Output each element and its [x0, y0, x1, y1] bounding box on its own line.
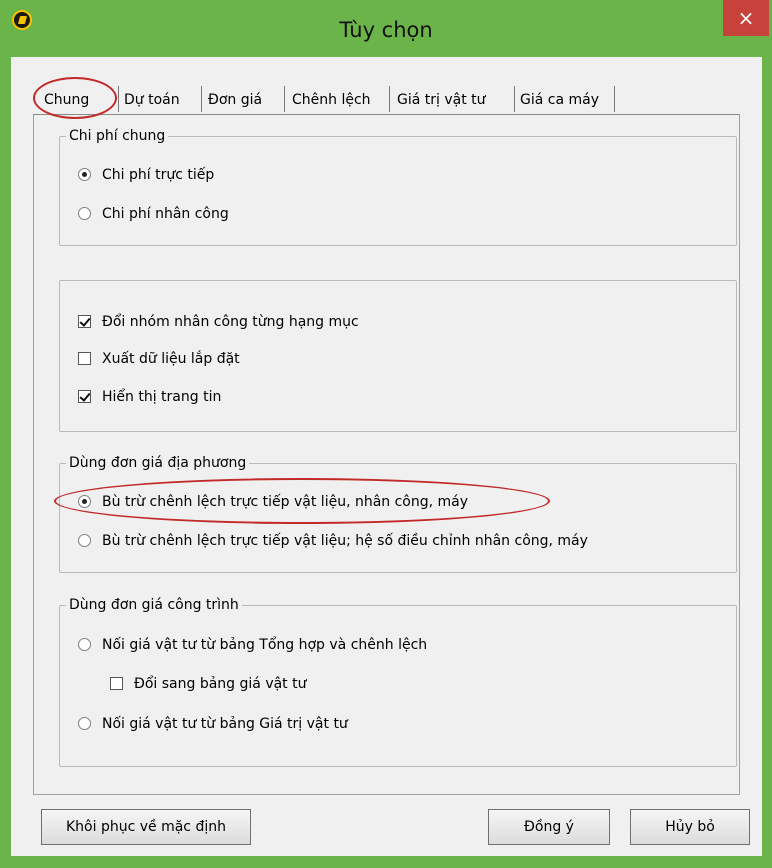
option-label: Chi phí nhân công	[102, 206, 229, 222]
group-title: Dùng đơn giá công trình	[66, 596, 242, 614]
group-chi-phi-chung: Chi phí chung	[59, 127, 737, 246]
radio-button[interactable]	[78, 168, 91, 181]
tab-separator	[614, 86, 615, 112]
group-title: Chi phí chung	[66, 127, 169, 145]
title-bar[interactable]: Tùy chọn	[0, 0, 772, 56]
checkbox[interactable]	[110, 677, 123, 690]
options-dialog: Tùy chọn × Chung Dự toán Đơn giá Chênh l…	[0, 0, 772, 868]
tab-label: Chênh lệch	[292, 92, 371, 108]
checkbox[interactable]	[78, 352, 91, 365]
option-label: Nối giá vật tư từ bảng Giá trị vật tư	[102, 716, 348, 732]
radio-button[interactable]	[78, 207, 91, 220]
option-label: Hiển thị trang tin	[102, 389, 222, 405]
checkbox[interactable]	[78, 390, 91, 403]
radio-button[interactable]	[78, 534, 91, 547]
restore-defaults-button[interactable]: Khôi phục về mặc định	[41, 809, 251, 845]
tab-gia-tri-vat-tu[interactable]: Giá trị vật tư	[397, 86, 486, 114]
tab-separator	[118, 86, 119, 112]
option-label: Đổi sang bảng giá vật tư	[134, 676, 307, 692]
tab-label: Dự toán	[124, 92, 180, 108]
tab-gia-ca-may[interactable]: Giá ca máy	[520, 86, 599, 114]
tab-separator	[284, 86, 285, 112]
tab-label: Chung	[44, 92, 90, 108]
group-title: Dùng đơn giá địa phương	[66, 454, 250, 472]
group-don-gia-dia-phuong: Dùng đơn giá địa phương	[59, 454, 737, 573]
tab-label: Giá trị vật tư	[397, 92, 486, 108]
tab-don-gia[interactable]: Đơn giá	[208, 86, 262, 114]
option-label: Bù trừ chênh lệch trực tiếp vật liệu, nh…	[102, 494, 469, 510]
tab-label: Giá ca máy	[520, 92, 599, 108]
tab-chung[interactable]: Chung	[44, 86, 89, 114]
checkbox[interactable]	[78, 315, 91, 328]
tab-separator	[389, 86, 390, 112]
radio-button[interactable]	[78, 717, 91, 730]
window-title: Tùy chọn	[339, 18, 433, 42]
option-label: Đổi nhóm nhân công từng hạng mục	[102, 314, 359, 330]
tab-separator	[201, 86, 202, 112]
option-label: Bù trừ chênh lệch trực tiếp vật liệu; hệ…	[102, 533, 588, 549]
close-button[interactable]: ×	[723, 0, 769, 36]
option-label: Nối giá vật tư từ bảng Tổng hợp và chênh…	[102, 637, 428, 653]
tab-label: Đơn giá	[208, 92, 263, 108]
radio-button[interactable]	[78, 638, 91, 651]
ok-button[interactable]: Đồng ý	[488, 809, 610, 845]
tab-chenh-lech[interactable]: Chênh lệch	[292, 86, 371, 114]
cancel-button[interactable]: Hủy bỏ	[630, 809, 750, 845]
radio-button[interactable]	[78, 495, 91, 508]
option-label: Chi phí trực tiếp	[102, 167, 215, 183]
tab-du-toan[interactable]: Dự toán	[124, 86, 180, 114]
option-label: Xuất dữ liệu lắp đặt	[102, 351, 240, 367]
tab-separator	[514, 86, 515, 112]
